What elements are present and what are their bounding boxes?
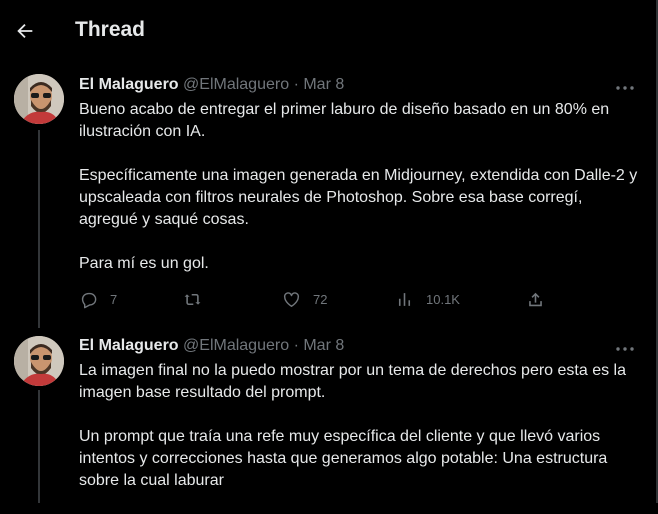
tweet-date[interactable]: Mar 8 [303, 337, 344, 354]
more-horizontal-icon [616, 347, 634, 351]
dot-separator: · [293, 337, 299, 354]
author-handle[interactable]: @ElMalaguero [183, 337, 289, 354]
tweet-2[interactable]: El Malaguero @ElMalaguero · Mar 8 La ima… [0, 0, 656, 503]
thread-connector [38, 390, 40, 503]
tweet-paragraph: Un prompt que traía una refe muy específ… [79, 428, 608, 489]
tweet-header: El Malaguero @ElMalaguero · Mar 8 [79, 337, 344, 355]
avatar[interactable] [14, 336, 64, 386]
tweet-paragraph: La imagen final no la puedo mostrar por … [79, 362, 626, 401]
tweet-text: La imagen final no la puedo mostrar por … [79, 360, 639, 514]
more-options-button[interactable] [614, 341, 636, 351]
author-name[interactable]: El Malaguero [79, 337, 179, 354]
